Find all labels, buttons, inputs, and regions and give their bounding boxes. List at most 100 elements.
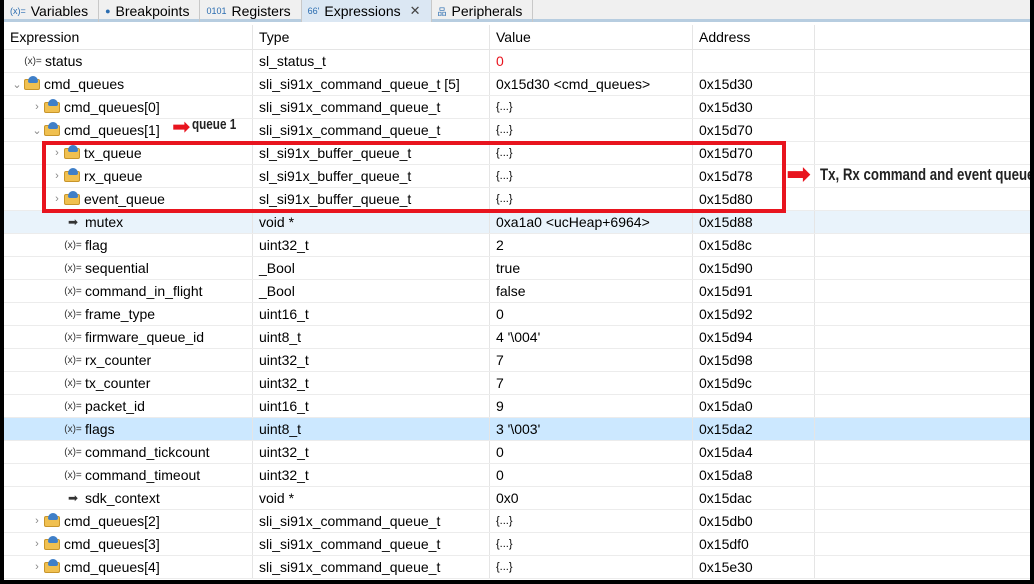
table-row[interactable]: ›cmd_queues[2] sli_si91x_command_queue_t… xyxy=(4,510,1030,533)
value-cell[interactable]: {...} xyxy=(496,538,513,550)
expression-name: cmd_queues[0] xyxy=(64,99,160,115)
value-cell[interactable]: 0 xyxy=(496,444,504,460)
address-cell: 0x15d98 xyxy=(699,352,753,368)
table-row[interactable]: (x)=firmware_queue_id uint8_t 4 '\004' 0… xyxy=(4,326,1030,349)
table-row[interactable]: (x)=status sl_status_t 0 xyxy=(4,50,1030,73)
expression-name: firmware_queue_id xyxy=(85,329,204,345)
expression-name: command_in_flight xyxy=(85,283,203,299)
tab-peripherals[interactable]: 品Peripherals xyxy=(432,0,534,22)
tab-variables[interactable]: (x)=Variables xyxy=(4,0,99,22)
value-cell[interactable]: 9 xyxy=(496,398,504,414)
value-cell[interactable]: false xyxy=(496,283,526,299)
tab-label: Expressions xyxy=(324,3,400,19)
expression-name: status xyxy=(45,53,82,69)
value-cell[interactable]: 7 xyxy=(496,375,504,391)
table-row[interactable]: (x)=flags uint8_t 3 '\003' 0x15da2 xyxy=(4,418,1030,441)
address-cell: 0x15e30 xyxy=(699,559,753,575)
value-cell[interactable]: {...} xyxy=(496,124,513,136)
table-row[interactable]: (x)=sequential _Bool true 0x15d90 xyxy=(4,257,1030,280)
column-header-address[interactable]: Address xyxy=(693,25,815,49)
expression-name: cmd_queues[1] xyxy=(64,122,160,138)
table-row[interactable]: ›cmd_queues[3] sli_si91x_command_queue_t… xyxy=(4,533,1030,556)
value-cell[interactable]: 0 xyxy=(496,467,504,483)
struct-icon xyxy=(44,539,60,550)
address-cell: 0x15d9c xyxy=(699,375,752,391)
type-cell: uint16_t xyxy=(259,306,309,322)
table-row[interactable]: (x)=rx_counter uint32_t 7 0x15d98 xyxy=(4,349,1030,372)
value-cell[interactable]: 0 xyxy=(496,306,504,322)
type-cell: _Bool xyxy=(259,260,295,276)
expression-name: cmd_queues[3] xyxy=(64,536,160,552)
table-row[interactable]: ➡sdk_context void * 0x0 0x15dac xyxy=(4,487,1030,510)
table-row[interactable]: (x)=flag uint32_t 2 0x15d8c xyxy=(4,234,1030,257)
table-row[interactable]: ⌄ cmd_queues[1] sli_si91x_command_queue_t… xyxy=(4,119,1030,142)
variable-icon: (x)= xyxy=(64,286,82,297)
annotation-queue1: queue 1 xyxy=(192,116,236,133)
pointer-icon: ➡ xyxy=(64,491,82,505)
table-row[interactable]: (x)=tx_counter uint32_t 7 0x15d9c xyxy=(4,372,1030,395)
tab-label: Breakpoints xyxy=(116,3,190,19)
table-row[interactable]: ➡mutex void * 0xa1a0 <ucHeap+6964> 0x15d… xyxy=(4,211,1030,234)
tab-label: Variables xyxy=(31,3,88,19)
address-cell: 0x15d90 xyxy=(699,260,753,276)
value-cell[interactable]: true xyxy=(496,260,520,276)
address-cell: 0x15da4 xyxy=(699,444,753,460)
value-cell[interactable]: {...} xyxy=(496,561,513,573)
close-icon[interactable]: ✕ xyxy=(410,3,421,19)
value-cell[interactable]: {...} xyxy=(496,101,513,113)
value-cell[interactable]: 0xa1a0 <ucHeap+6964> xyxy=(496,214,650,230)
breakpoints-icon: ● xyxy=(105,6,110,16)
expand-toggle[interactable]: › xyxy=(30,561,44,573)
type-cell: sli_si91x_command_queue_t [5] xyxy=(259,76,460,92)
type-cell: uint32_t xyxy=(259,375,309,391)
table-row[interactable]: ›cmd_queues[4] sli_si91x_command_queue_t… xyxy=(4,556,1030,579)
variable-icon: (x)= xyxy=(64,332,82,343)
variable-icon: (x)= xyxy=(64,240,82,251)
tab-registers[interactable]: 0101Registers xyxy=(200,0,301,22)
struct-icon xyxy=(24,79,40,90)
table-row[interactable]: (x)=command_tickcount uint32_t 0 0x15da4 xyxy=(4,441,1030,464)
type-cell: sli_si91x_command_queue_t xyxy=(259,122,440,138)
type-cell: _Bool xyxy=(259,283,295,299)
expand-toggle[interactable]: › xyxy=(30,101,44,113)
value-cell[interactable]: 2 xyxy=(496,237,504,253)
tab-breakpoints[interactable]: ● Breakpoints xyxy=(99,0,200,22)
tab-label: Registers xyxy=(231,3,290,19)
expand-toggle[interactable]: ⌄ xyxy=(30,124,44,137)
expression-name: rx_counter xyxy=(85,352,151,368)
table-row[interactable]: ›cmd_queues[0] sli_si91x_command_queue_t… xyxy=(4,96,1030,119)
type-cell: sl_status_t xyxy=(259,53,326,69)
expand-toggle[interactable]: ⌄ xyxy=(10,78,24,91)
table-row[interactable]: (x)=command_timeout uint32_t 0 0x15da8 xyxy=(4,464,1030,487)
table-row[interactable]: ⌄ cmd_queues sli_si91x_command_queue_t [5… xyxy=(4,73,1030,96)
expression-name: cmd_queues xyxy=(44,76,124,92)
value-cell[interactable]: 7 xyxy=(496,352,504,368)
struct-icon xyxy=(44,125,60,136)
column-header-type[interactable]: Type xyxy=(253,25,490,49)
expression-name: flags xyxy=(85,421,115,437)
value-cell[interactable]: 4 '\004' xyxy=(496,329,540,345)
type-cell: sli_si91x_command_queue_t xyxy=(259,559,440,575)
expand-toggle[interactable]: › xyxy=(30,515,44,527)
variable-icon: (x)= xyxy=(64,355,82,366)
address-cell: 0x15da2 xyxy=(699,421,753,437)
type-cell: uint32_t xyxy=(259,444,309,460)
column-header-expression[interactable]: Expression xyxy=(4,25,253,49)
value-cell[interactable]: 0 xyxy=(496,53,504,69)
value-cell[interactable]: {...} xyxy=(496,515,513,527)
value-cell[interactable]: 0x15d30 <cmd_queues> xyxy=(496,76,650,92)
tab-expressions[interactable]: 66'Expressions✕ xyxy=(302,0,432,22)
address-cell: 0x15d30 xyxy=(699,99,753,115)
arrow-icon: ➡ xyxy=(172,117,190,137)
value-cell[interactable]: 0x0 xyxy=(496,490,519,506)
expand-toggle[interactable]: › xyxy=(30,538,44,550)
table-row[interactable]: (x)=command_in_flight _Bool false 0x15d9… xyxy=(4,280,1030,303)
value-cell[interactable]: 3 '\003' xyxy=(496,421,540,437)
column-header-value[interactable]: Value xyxy=(490,25,693,49)
expressions-view: (x)=Variables●Breakpoints0101Registers66… xyxy=(4,0,1030,580)
table-row[interactable]: (x)=frame_type uint16_t 0 0x15d92 xyxy=(4,303,1030,326)
table-row[interactable]: (x)=packet_id uint16_t 9 0x15da0 xyxy=(4,395,1030,418)
struct-icon xyxy=(44,516,60,527)
type-cell: void * xyxy=(259,490,294,506)
expression-name: command_tickcount xyxy=(85,444,210,460)
